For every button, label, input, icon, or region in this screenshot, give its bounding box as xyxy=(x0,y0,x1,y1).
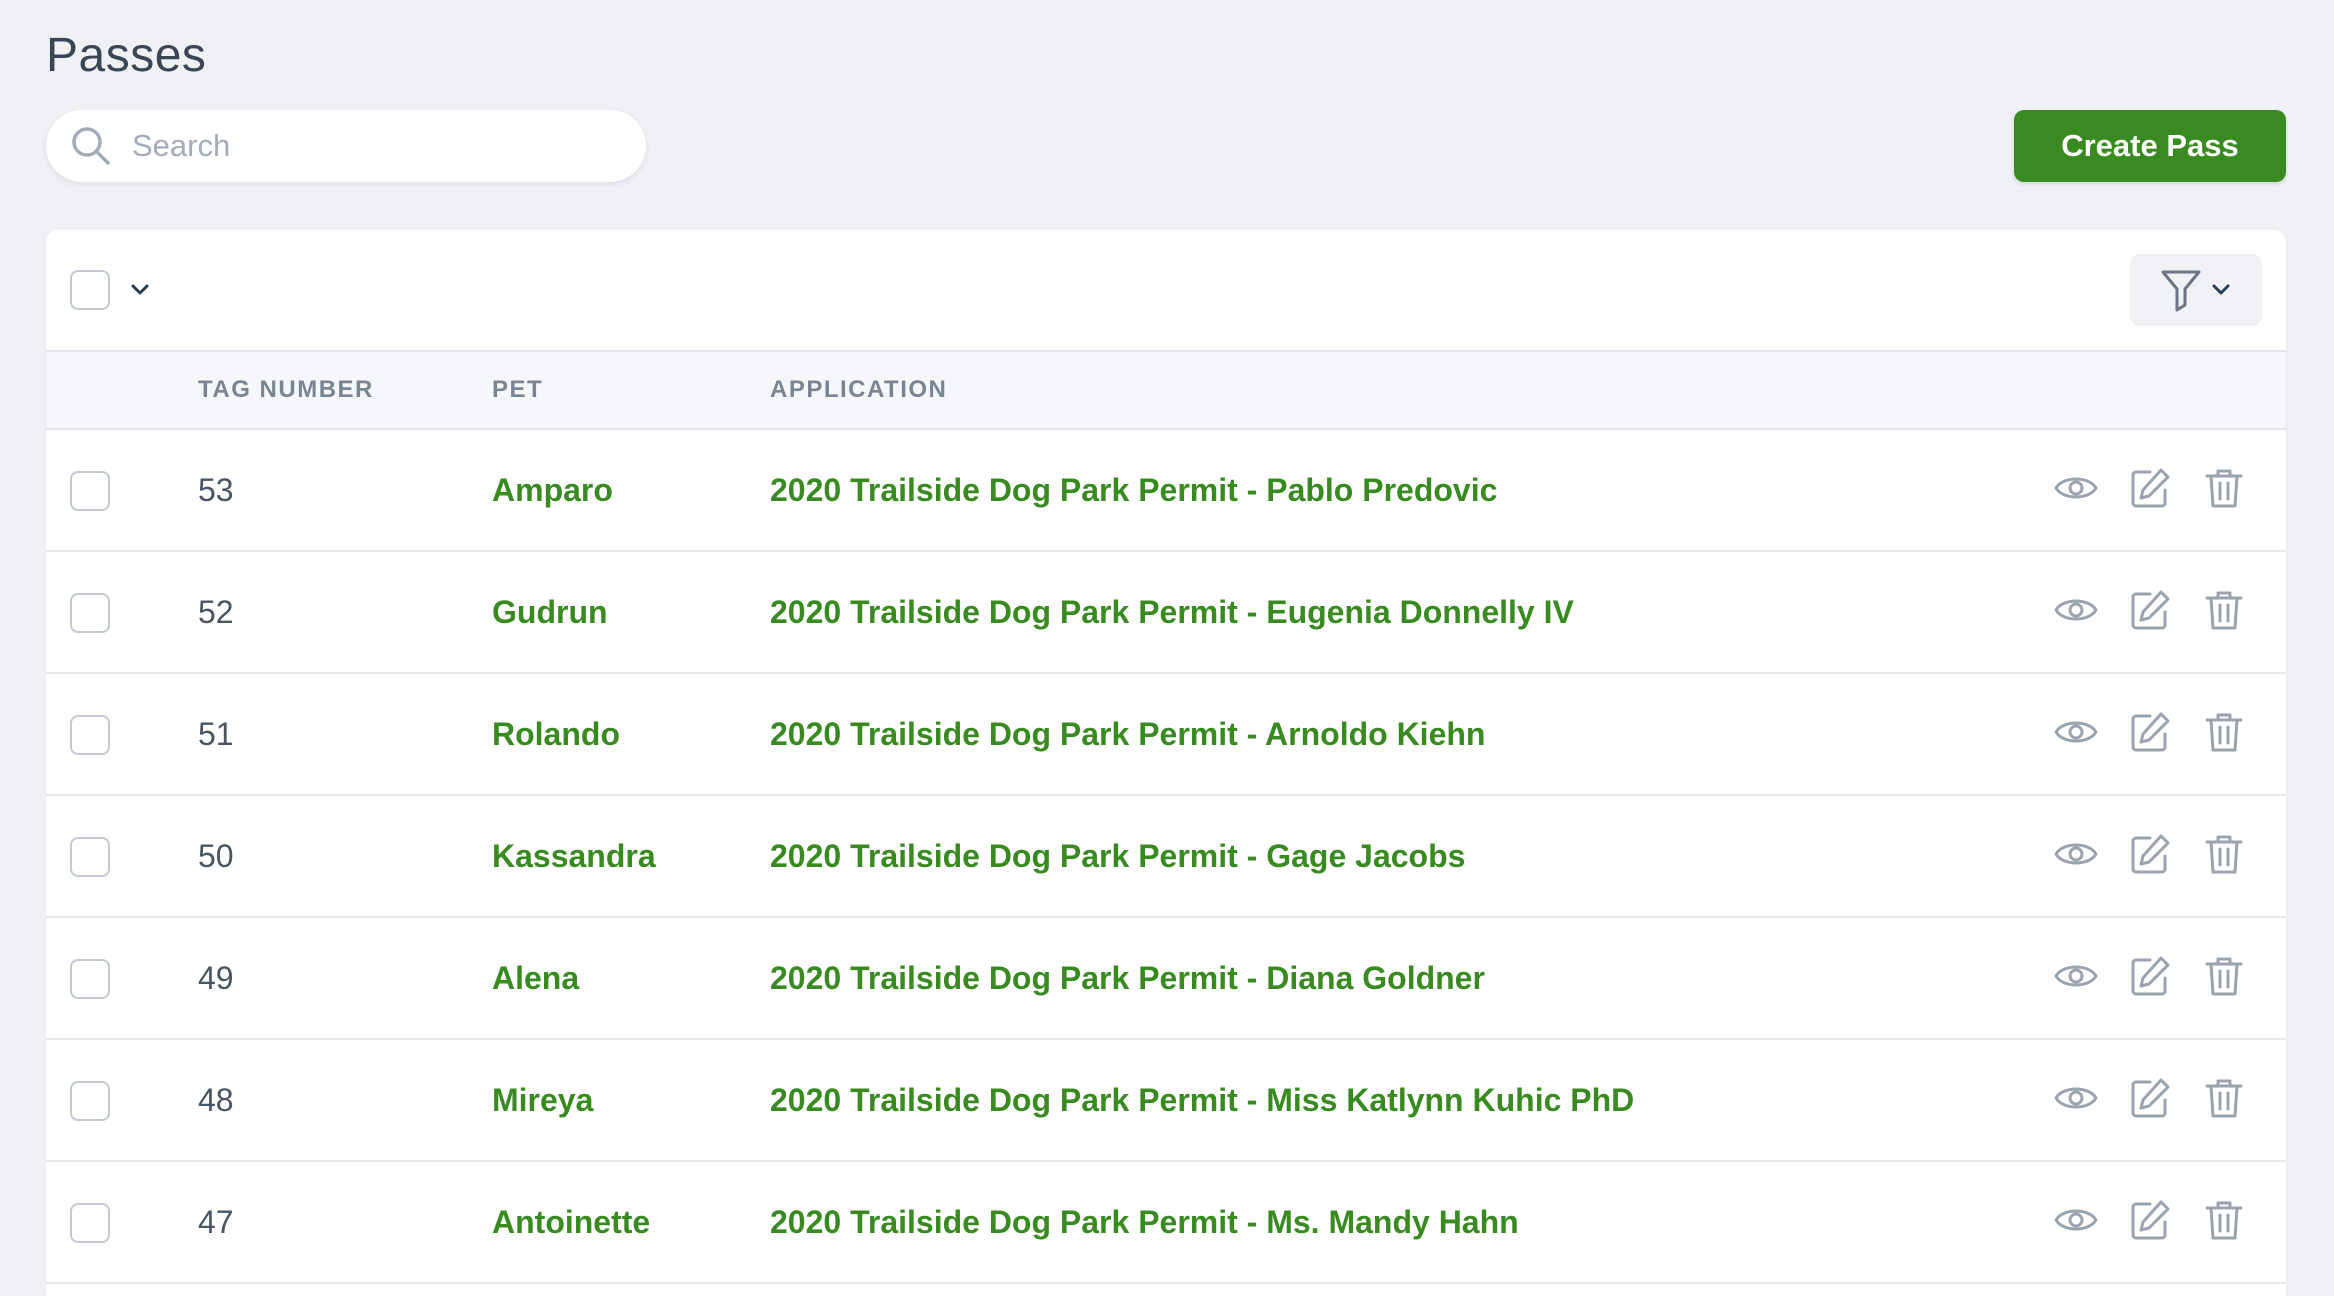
edit-icon[interactable] xyxy=(2128,832,2172,876)
edit-icon[interactable] xyxy=(2128,588,2172,632)
application-link[interactable]: 2020 Trailside Dog Park Permit - Gage Ja… xyxy=(770,838,1465,875)
table-row: 52 Gudrun 2020 Trailside Dog Park Permit… xyxy=(46,552,2286,674)
table-row: 53 Amparo 2020 Trailside Dog Park Permit… xyxy=(46,430,2286,552)
row-actions xyxy=(2054,832,2246,876)
chevron-down-icon[interactable] xyxy=(124,274,156,306)
table-row: 50 Kassandra 2020 Trailside Dog Park Per… xyxy=(46,796,2286,918)
row-actions xyxy=(2054,1076,2246,1120)
application-link[interactable]: 2020 Trailside Dog Park Permit - Pablo P… xyxy=(770,472,1497,509)
application-link[interactable]: 2020 Trailside Dog Park Permit - Ms. Man… xyxy=(770,1204,1519,1241)
edit-icon[interactable] xyxy=(2128,710,2172,754)
tag-number-cell: 51 xyxy=(198,716,234,752)
eye-icon[interactable] xyxy=(2054,1076,2098,1120)
table-row: 49 Alena 2020 Trailside Dog Park Permit … xyxy=(46,918,2286,1040)
table-header: TAG NUMBER PET APPLICATION xyxy=(46,352,2286,430)
tag-number-cell: 50 xyxy=(198,838,234,874)
edit-icon[interactable] xyxy=(2128,1198,2172,1242)
row-actions xyxy=(2054,710,2246,754)
table-toolbar xyxy=(46,230,2286,352)
search-icon xyxy=(70,125,112,167)
eye-icon[interactable] xyxy=(2054,710,2098,754)
tag-number-cell: 47 xyxy=(198,1204,234,1240)
row-checkbox[interactable] xyxy=(70,593,110,633)
pet-link[interactable]: Antoinette xyxy=(492,1204,650,1241)
row-checkbox[interactable] xyxy=(70,471,110,511)
create-pass-button[interactable]: Create Pass xyxy=(2014,110,2286,182)
row-checkbox[interactable] xyxy=(70,959,110,999)
application-link[interactable]: 2020 Trailside Dog Park Permit - Eugenia… xyxy=(770,594,1574,631)
eye-icon[interactable] xyxy=(2054,1198,2098,1242)
table-body: 53 Amparo 2020 Trailside Dog Park Permit… xyxy=(46,430,2286,1284)
row-checkbox[interactable] xyxy=(70,1203,110,1243)
table-row: 47 Antoinette 2020 Trailside Dog Park Pe… xyxy=(46,1162,2286,1284)
edit-icon[interactable] xyxy=(2128,1076,2172,1120)
pet-link[interactable]: Mireya xyxy=(492,1082,593,1119)
eye-icon[interactable] xyxy=(2054,954,2098,998)
trash-icon[interactable] xyxy=(2202,1076,2246,1120)
trash-icon[interactable] xyxy=(2202,832,2246,876)
eye-icon[interactable] xyxy=(2054,466,2098,510)
row-actions xyxy=(2054,954,2246,998)
column-header-application: APPLICATION xyxy=(770,376,948,403)
tag-number-cell: 48 xyxy=(198,1082,234,1118)
passes-page: Passes Create Pass xyxy=(0,0,2334,1296)
column-header-pet: PET xyxy=(492,376,544,403)
table-row: 51 Rolando 2020 Trailside Dog Park Permi… xyxy=(46,674,2286,796)
row-checkbox[interactable] xyxy=(70,1081,110,1121)
search-box[interactable] xyxy=(46,110,646,182)
trash-icon[interactable] xyxy=(2202,1198,2246,1242)
trash-icon[interactable] xyxy=(2202,710,2246,754)
passes-table-card: TAG NUMBER PET APPLICATION 53 Amparo 202… xyxy=(46,230,2286,1296)
pet-link[interactable]: Alena xyxy=(492,960,579,997)
row-actions xyxy=(2054,1198,2246,1242)
trash-icon[interactable] xyxy=(2202,466,2246,510)
row-checkbox[interactable] xyxy=(70,837,110,877)
filter-icon xyxy=(2159,267,2203,313)
table-row: 48 Mireya 2020 Trailside Dog Park Permit… xyxy=(46,1040,2286,1162)
trash-icon[interactable] xyxy=(2202,954,2246,998)
pet-link[interactable]: Gudrun xyxy=(492,594,608,631)
edit-icon[interactable] xyxy=(2128,954,2172,998)
application-link[interactable]: 2020 Trailside Dog Park Permit - Arnoldo… xyxy=(770,716,1485,753)
page-title: Passes xyxy=(46,29,207,82)
eye-icon[interactable] xyxy=(2054,832,2098,876)
eye-icon[interactable] xyxy=(2054,588,2098,632)
pet-link[interactable]: Rolando xyxy=(492,716,620,753)
row-actions xyxy=(2054,588,2246,632)
tag-number-cell: 49 xyxy=(198,960,234,996)
application-link[interactable]: 2020 Trailside Dog Park Permit - Miss Ka… xyxy=(770,1082,1634,1119)
application-link[interactable]: 2020 Trailside Dog Park Permit - Diana G… xyxy=(770,960,1485,997)
tag-number-cell: 53 xyxy=(198,472,234,508)
edit-icon[interactable] xyxy=(2128,466,2172,510)
row-checkbox[interactable] xyxy=(70,715,110,755)
search-input[interactable] xyxy=(132,128,612,164)
column-header-tag-number: TAG NUMBER xyxy=(198,376,374,403)
trash-icon[interactable] xyxy=(2202,588,2246,632)
row-actions xyxy=(2054,466,2246,510)
pet-link[interactable]: Amparo xyxy=(492,472,613,509)
chevron-down-icon xyxy=(2209,278,2233,302)
filter-button[interactable] xyxy=(2130,254,2262,326)
tag-number-cell: 52 xyxy=(198,594,234,630)
pet-link[interactable]: Kassandra xyxy=(492,838,656,875)
select-all-checkbox[interactable] xyxy=(70,270,110,310)
